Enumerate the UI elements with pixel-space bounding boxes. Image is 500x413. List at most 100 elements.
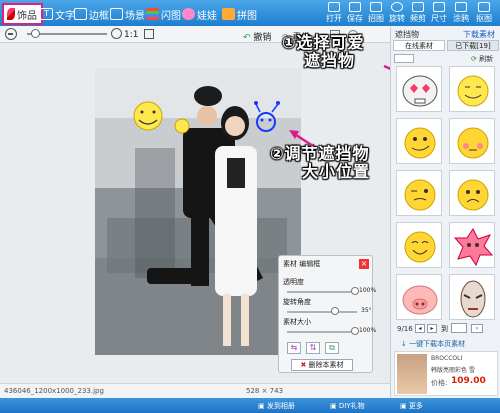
tab-collage[interactable]: 拼图 bbox=[222, 4, 257, 24]
refresh-button[interactable]: ⟳ 刷新 bbox=[471, 54, 493, 64]
prev-icon: ◂ bbox=[418, 325, 422, 332]
crop-button[interactable]: 频剪 bbox=[407, 2, 429, 24]
copy-icon: ⧉ bbox=[329, 343, 335, 352]
next-page-button[interactable]: ▸ bbox=[427, 324, 437, 333]
ad-brand: BROCCOLI bbox=[431, 355, 463, 362]
send-to-album-button[interactable]: ▣ 发到相册 bbox=[258, 401, 295, 411]
frame-icon bbox=[74, 8, 87, 20]
zoom-ratio[interactable]: 1:1 bbox=[124, 30, 138, 40]
rotate-button[interactable]: 旋转 bbox=[386, 2, 408, 24]
goto-page-button[interactable]: › bbox=[471, 324, 483, 333]
ad-banner[interactable]: BROCCOLI 韩版亮丽彩色 雪 价格: 109.00 bbox=[394, 351, 498, 396]
photo-canvas[interactable] bbox=[95, 68, 301, 355]
sidebar-title: 遮挡物 bbox=[395, 30, 419, 39]
status-bar: 436046_1200x1000_233.jpg 528 × 743 bbox=[0, 383, 390, 398]
resize-button[interactable]: 尺寸 bbox=[428, 2, 450, 24]
tab-scene[interactable]: 场景 bbox=[110, 4, 145, 24]
prev-page-button[interactable]: ◂ bbox=[415, 324, 425, 333]
flip-horizontal-button[interactable]: ⇆ bbox=[287, 342, 301, 354]
size-value: 100% bbox=[359, 327, 377, 334]
sticker-yellow-frown[interactable] bbox=[449, 170, 495, 216]
delete-material-button[interactable]: ✖ 删除本素材 bbox=[291, 359, 353, 371]
size-slider-handle[interactable] bbox=[351, 327, 359, 335]
tab-text[interactable]: T 文字 bbox=[40, 4, 75, 24]
fit-screen-icon[interactable] bbox=[144, 29, 154, 39]
goto-label: 到 bbox=[441, 325, 448, 333]
rotation-label: 旋转角度 bbox=[283, 298, 311, 306]
undo-button[interactable]: ↶ 撤销 bbox=[243, 30, 271, 43]
rotate-icon bbox=[391, 2, 403, 12]
rotation-slider-handle[interactable] bbox=[331, 307, 339, 315]
sticker-yellow-smile[interactable] bbox=[449, 66, 495, 112]
top-tab-bar: 饰品 T 文字 边框 场景 闪图 娃娃 拼图 打开 保存 招图 旋转 频剪 尺寸… bbox=[0, 0, 500, 26]
rotation-value: 35° bbox=[361, 307, 372, 314]
annotation-arrow-2 bbox=[289, 130, 314, 148]
next-icon: ▸ bbox=[430, 325, 434, 332]
resize-icon bbox=[433, 2, 445, 12]
page-indicator: 9/16 bbox=[397, 325, 413, 333]
sticker-pig-face[interactable] bbox=[396, 274, 442, 320]
diy-gift-button[interactable]: ▣ DIY礼物 bbox=[330, 401, 365, 411]
ad-product-image bbox=[397, 354, 427, 394]
zoom-in-icon[interactable] bbox=[111, 28, 122, 39]
page-number-input[interactable] bbox=[451, 323, 467, 333]
tab-online-material[interactable]: 在线素材 bbox=[393, 40, 445, 51]
sticker-tribal-mask[interactable] bbox=[449, 274, 495, 320]
cutout-icon bbox=[478, 2, 490, 12]
more-button[interactable]: ▣ 更多 bbox=[400, 401, 423, 411]
sticker-yellow-smirk[interactable] bbox=[396, 118, 442, 164]
rotation-slider[interactable] bbox=[287, 311, 357, 313]
collage-icon bbox=[222, 8, 235, 20]
size-slider[interactable] bbox=[287, 331, 357, 333]
undo-icon: ↶ bbox=[243, 33, 251, 43]
annotation-step1: ①选择可爱 遮挡物 bbox=[282, 33, 365, 70]
bottom-bar: ▣ 发到相册 ▣ DIY礼物 ▣ 更多 bbox=[0, 398, 500, 413]
download-page-link[interactable]: ↓ 一键下载本页素材 bbox=[401, 339, 465, 349]
sticker-yellow-happy[interactable] bbox=[396, 222, 442, 268]
sticker-yellow-blush[interactable] bbox=[449, 118, 495, 164]
close-icon: × bbox=[360, 259, 368, 268]
flip-vertical-button[interactable]: ⇅ bbox=[306, 342, 320, 354]
category-dropdown[interactable] bbox=[394, 54, 414, 63]
open-button[interactable]: 打开 bbox=[323, 2, 345, 24]
scene-icon bbox=[110, 8, 123, 20]
sticker-heart-eyes-skull[interactable] bbox=[396, 66, 442, 112]
copy-button[interactable]: ⧉ bbox=[325, 342, 339, 354]
refresh-icon: ⟳ bbox=[471, 55, 477, 63]
cutout-button[interactable]: 抠图 bbox=[473, 2, 495, 24]
panel-title: 素材 编辑框 bbox=[283, 260, 321, 268]
delete-icon: ✖ bbox=[300, 361, 307, 369]
size-label: 素材大小 bbox=[283, 318, 311, 326]
download-material-link[interactable]: 下载素材 bbox=[463, 29, 495, 40]
opacity-slider[interactable] bbox=[287, 291, 357, 293]
annotation-step2: ②调节遮挡物 大小位置 bbox=[270, 144, 371, 181]
ad-price-label: 价格: bbox=[431, 379, 448, 387]
camera-icon bbox=[370, 2, 382, 12]
zoom-out-icon[interactable] bbox=[5, 28, 17, 40]
tab-accessories[interactable]: 饰品 bbox=[2, 3, 43, 25]
file-name: 436046_1200x1000_233.jpg bbox=[4, 387, 104, 395]
opacity-label: 透明度 bbox=[283, 278, 304, 286]
ad-price: 109.00 bbox=[451, 376, 486, 386]
folder-icon bbox=[328, 2, 340, 12]
doodle-button[interactable]: 涂鸦 bbox=[450, 2, 472, 24]
crop-icon bbox=[412, 2, 424, 12]
flash-icon bbox=[146, 8, 159, 20]
sticker-yellow-wink[interactable] bbox=[396, 170, 442, 216]
save-button[interactable]: 保存 bbox=[344, 2, 366, 24]
tab-downloaded-material[interactable]: 已下载[19] bbox=[447, 40, 499, 51]
save-icon bbox=[349, 2, 361, 12]
flip-horizontal-icon: ⇆ bbox=[290, 343, 298, 352]
tab-flash[interactable]: 闪图 bbox=[146, 4, 181, 24]
capture-button[interactable]: 招图 bbox=[365, 2, 387, 24]
tab-doll[interactable]: 娃娃 bbox=[182, 4, 217, 24]
brush-icon bbox=[455, 2, 467, 12]
opacity-slider-handle[interactable] bbox=[351, 287, 359, 295]
sticker-burst-face[interactable] bbox=[449, 222, 495, 268]
photo-image bbox=[95, 68, 301, 355]
zoom-slider-handle[interactable] bbox=[31, 29, 40, 38]
material-edit-panel: 素材 编辑框 × 透明度 100% 旋转角度 35° 素材大小 100% ⇆ ⇅… bbox=[278, 255, 377, 373]
panel-close-button[interactable]: × bbox=[359, 259, 369, 269]
flip-vertical-icon: ⇅ bbox=[309, 343, 317, 352]
tab-frame[interactable]: 边框 bbox=[74, 4, 109, 24]
